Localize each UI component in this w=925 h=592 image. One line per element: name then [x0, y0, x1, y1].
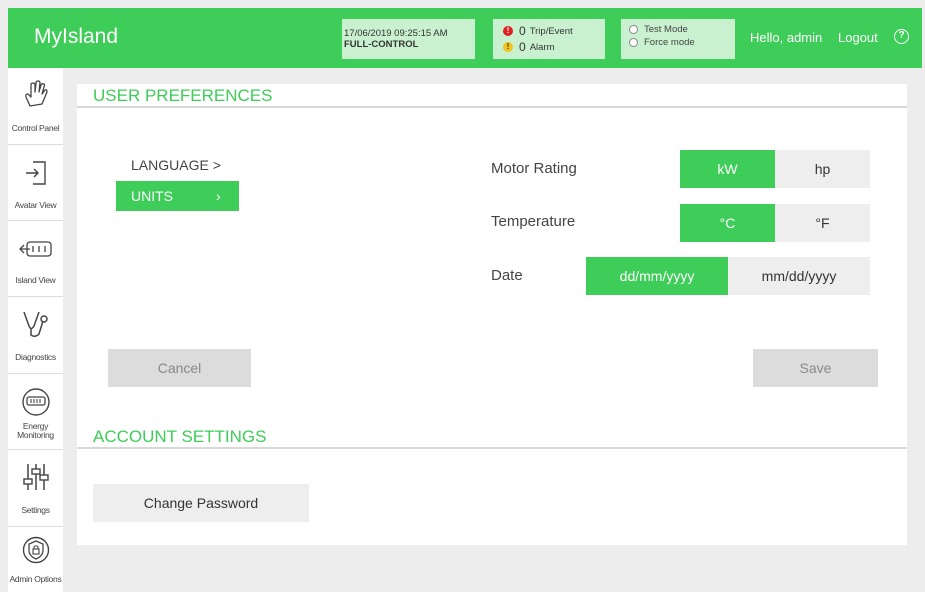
force-mode-label: Force mode	[644, 37, 695, 48]
hand-pointer-icon	[24, 80, 48, 107]
sidebar-item-energy-monitoring[interactable]: Energy Monitoring	[8, 374, 63, 450]
trip-event-count: 0	[519, 24, 526, 38]
stethoscope-icon	[22, 311, 48, 338]
date-dmy-option[interactable]: dd/mm/yyyy	[586, 257, 728, 295]
test-mode-row: Test Mode	[629, 24, 688, 35]
section-divider	[77, 106, 907, 108]
chevron-right-icon: ›	[216, 188, 221, 204]
app-title: MyIsland	[34, 25, 119, 48]
test-mode-label: Test Mode	[644, 24, 688, 35]
units-menu-label: UNITS	[131, 188, 173, 204]
sidebar-item-label: Avatar View	[14, 200, 57, 210]
account-settings-title: ACCOUNT SETTINGS	[93, 427, 267, 446]
top-bar: MyIsland 17/06/2019 09:25:15 AM FULL-CON…	[8, 8, 922, 68]
enter-door-icon	[25, 161, 46, 185]
alarm-count: 0	[519, 40, 526, 54]
alarm-label: Alarm	[529, 41, 555, 53]
datetime-text: 17/06/2019 09:25:15 AM	[344, 28, 448, 39]
sidebar-nav: Control Panel Avatar View Island View Di…	[8, 68, 63, 592]
warning-icon: !	[503, 42, 513, 52]
sidebar-item-label: Island View	[15, 275, 56, 285]
error-icon: !	[503, 26, 513, 36]
sidebar-item-settings[interactable]: Settings	[8, 450, 63, 527]
units-menu-item[interactable]: UNITS ›	[116, 181, 239, 211]
sidebar-item-label: Admin Options	[9, 574, 62, 584]
sidebar-item-avatar-view[interactable]: Avatar View	[8, 145, 63, 221]
sidebar-item-label: Diagnostics	[15, 352, 56, 362]
modes-status-box: Test Mode Force mode	[621, 19, 735, 59]
change-password-button[interactable]: Change Password	[93, 484, 309, 522]
language-menu-item[interactable]: LANGUAGE >	[131, 157, 221, 173]
energy-meter-icon	[21, 388, 50, 416]
sliders-icon	[22, 464, 49, 490]
admin-shield-icon	[22, 536, 49, 564]
trip-event-label: Trip/Event	[529, 25, 573, 37]
cancel-button[interactable]: Cancel	[108, 349, 251, 387]
datetime-status-box: 17/06/2019 09:25:15 AM FULL-CONTROL	[342, 19, 475, 59]
date-label: Date	[491, 267, 523, 284]
force-mode-row: Force mode	[629, 37, 695, 48]
temperature-label: Temperature	[491, 213, 576, 230]
alerts-status-box[interactable]: ! 0 Trip/Event ! 0 Alarm	[493, 19, 605, 59]
logout-link[interactable]: Logout	[838, 30, 878, 45]
sidebar-item-control-panel[interactable]: Control Panel	[8, 68, 63, 145]
test-mode-indicator-icon	[629, 25, 638, 34]
sidebar-item-label: Settings	[21, 505, 50, 515]
motor-rating-label: Motor Rating	[491, 160, 577, 177]
date-mdy-option[interactable]: mm/dd/yyyy	[728, 257, 870, 295]
sidebar-item-admin-options[interactable]: Admin Options	[8, 527, 63, 592]
trip-event-row[interactable]: ! 0 Trip/Event	[503, 24, 573, 38]
motor-rating-kw-option[interactable]: kW	[680, 150, 775, 188]
control-mode-text: FULL-CONTROL	[344, 39, 419, 50]
user-preferences-title: USER PREFERENCES	[93, 86, 273, 105]
force-mode-indicator-icon	[629, 38, 638, 47]
temperature-celsius-option[interactable]: °C	[680, 204, 775, 242]
island-bus-icon	[18, 241, 52, 257]
user-greeting: Hello, admin	[750, 30, 823, 45]
sidebar-item-label: Control Panel	[11, 123, 60, 133]
motor-rating-hp-option[interactable]: hp	[775, 150, 870, 188]
sidebar-item-island-view[interactable]: Island View	[8, 221, 63, 297]
sidebar-item-diagnostics[interactable]: Diagnostics	[8, 297, 63, 374]
section-divider	[77, 447, 907, 449]
temperature-fahrenheit-option[interactable]: °F	[775, 204, 870, 242]
sidebar-item-label: Energy Monitoring	[17, 421, 54, 440]
help-icon[interactable]: ?	[894, 29, 909, 44]
alarm-row[interactable]: ! 0 Alarm	[503, 40, 555, 54]
save-button[interactable]: Save	[753, 349, 878, 387]
